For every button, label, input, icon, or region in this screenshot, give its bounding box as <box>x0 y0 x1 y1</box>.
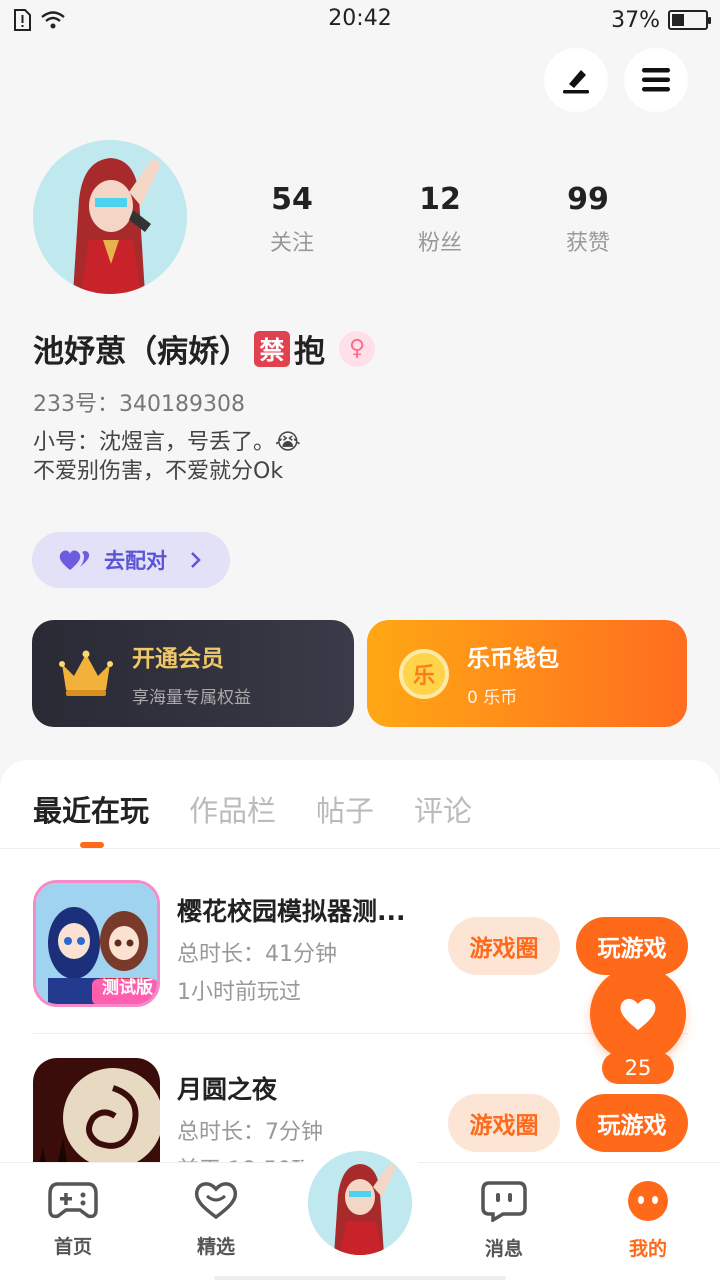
avatar[interactable] <box>33 140 187 294</box>
pen-icon <box>563 70 589 94</box>
vip-card[interactable]: 开通会员 享海量专属权益 <box>32 620 354 727</box>
home-indicator <box>214 1276 506 1280</box>
vip-card-subtitle: 享海量专属权益 <box>132 688 251 708</box>
test-version-badge: 测试版 <box>102 978 153 998</box>
divider <box>0 848 720 849</box>
like-count: 25 <box>602 1052 674 1084</box>
divider <box>33 1033 688 1034</box>
nav-home-label: 首页 <box>53 1236 92 1258</box>
coin-wallet-card[interactable]: 乐 乐币钱包 0 乐币 <box>367 620 687 727</box>
stat-likes-label: 获赞 <box>565 231 610 256</box>
crown-icon <box>59 650 113 696</box>
game-title: 樱花校园模拟器测... <box>177 897 406 926</box>
bio: 小号：沈煜言，号丢了。😭 不爱别伤害，不爱就分Ok <box>33 428 301 486</box>
like-button[interactable] <box>590 966 686 1062</box>
nav-home[interactable]: 首页 <box>23 1180 123 1259</box>
vip-card-title: 开通会员 <box>132 646 224 672</box>
profile-face-icon <box>628 1181 668 1221</box>
match-button[interactable]: 去配对 <box>32 532 230 588</box>
username: 池妤葸（病娇） 禁 抱 ♀ <box>33 326 375 371</box>
menu-button[interactable] <box>624 48 688 112</box>
avatar-character-image <box>308 1151 412 1255</box>
game-icon: 测试版 <box>33 880 160 1007</box>
stat-likes-value: 99 <box>567 182 609 217</box>
game-playtime: 总时长：7分钟 <box>177 1120 323 1145</box>
edit-profile-button[interactable] <box>544 48 608 112</box>
heart-outline-icon <box>194 1182 238 1220</box>
game-playtime: 总时长：41分钟 <box>177 942 337 967</box>
tab-posts[interactable]: 帖子 <box>316 788 374 830</box>
nav-messages[interactable]: 消息 <box>454 1180 554 1261</box>
game-last-played: 1小时前玩过 <box>177 980 301 1005</box>
status-time: 20:42 <box>328 6 392 31</box>
chat-bubble-icon <box>481 1181 527 1224</box>
coin-icon: 乐 <box>399 648 449 699</box>
avatar-character-image <box>33 140 187 294</box>
nav-featured-label: 精选 <box>196 1236 235 1258</box>
coin-card-title: 乐币钱包 <box>467 646 559 672</box>
username-suffix: 抱 <box>294 334 325 370</box>
battery-icon <box>668 10 711 30</box>
username-text: 池妤葸（病娇） <box>33 334 250 370</box>
game-row[interactable]: 测试版 樱花校园模拟器测... 总时长：41分钟 1小时前玩过 游戏圈 玩游戏 <box>33 880 688 1010</box>
double-heart-icon <box>59 550 90 570</box>
nav-featured[interactable]: 精选 <box>166 1180 266 1259</box>
user-id: 233号：340189308 <box>33 392 245 417</box>
bio-line: 不爱别伤害，不爱就分Ok <box>33 459 284 484</box>
profile-tabs: 最近在玩 作品栏 帖子 评论 <box>33 788 512 830</box>
nav-mine-label: 我的 <box>628 1238 667 1260</box>
tab-works[interactable]: 作品栏 <box>189 788 276 830</box>
nav-mine[interactable]: 我的 <box>598 1180 698 1261</box>
chevron-right-icon <box>191 552 201 568</box>
menu-icon <box>642 68 670 92</box>
stat-following-label: 关注 <box>269 231 314 256</box>
nav-messages-label: 消息 <box>484 1238 523 1260</box>
battery-level <box>672 14 684 26</box>
stat-likes[interactable]: 99 获赞 <box>528 182 648 257</box>
stat-fans-value: 12 <box>419 182 461 217</box>
match-button-label: 去配对 <box>104 549 167 573</box>
stat-fans-label: 粉丝 <box>417 231 462 256</box>
status-bar: 20:42 37% <box>0 0 720 40</box>
heart-icon <box>620 998 656 1030</box>
stat-fans[interactable]: 12 粉丝 <box>380 182 500 257</box>
game-circle-button[interactable]: 游戏圈 <box>448 1094 560 1152</box>
gamepad-icon <box>48 1182 98 1219</box>
coin-card-subtitle: 0 乐币 <box>467 688 518 708</box>
ban-badge: 禁 <box>254 330 290 367</box>
game-title: 月圆之夜 <box>177 1075 278 1104</box>
stat-following[interactable]: 54 关注 <box>232 182 352 257</box>
tab-recent[interactable]: 最近在玩 <box>33 788 149 830</box>
play-game-button[interactable]: 玩游戏 <box>576 1094 688 1152</box>
nav-avatar-button[interactable] <box>305 1148 415 1258</box>
game-circle-button[interactable]: 游戏圈 <box>448 917 560 975</box>
female-gender-icon: ♀ <box>339 330 375 367</box>
stat-following-value: 54 <box>271 182 313 217</box>
tab-comments[interactable]: 评论 <box>414 788 472 830</box>
bio-line: 小号：沈煜言，号丢了。😭 <box>33 430 301 455</box>
